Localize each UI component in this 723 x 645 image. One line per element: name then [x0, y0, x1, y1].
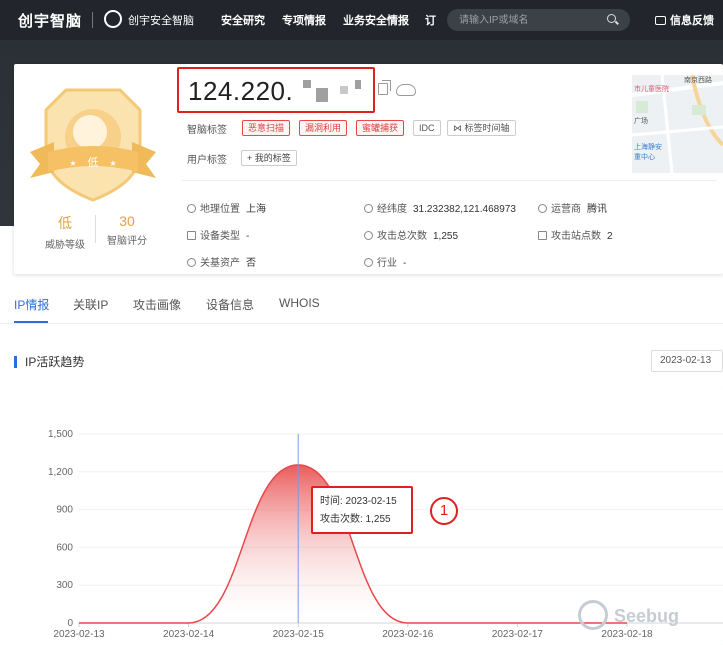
- x-tick-label: 2023-02-18: [601, 629, 653, 640]
- x-tick-label: 2023-02-17: [492, 629, 544, 640]
- x-tick-label: 2023-02-15: [273, 629, 325, 640]
- seebug-logo-icon: [578, 600, 608, 630]
- activity-trend-chart[interactable]: 0 300 600 900 1,200 1,500 2023-02-13 2023-02-1…: [0, 0, 723, 645]
- y-tick-label: 300: [56, 580, 73, 591]
- x-tick-label: 2023-02-14: [163, 629, 215, 640]
- y-tick-label: 900: [56, 505, 73, 516]
- tooltip-time: 时间: 2023-02-15: [320, 496, 397, 507]
- tooltip-count: 攻击次数: 1,255: [320, 514, 391, 525]
- step-marker: 1: [430, 497, 458, 525]
- x-tick-label: 2023-02-13: [53, 629, 105, 640]
- y-tick-label: 1,200: [48, 467, 73, 478]
- watermark: Seebug: [578, 600, 679, 630]
- y-tick-label: 0: [67, 618, 73, 629]
- x-tick-label: 2023-02-16: [382, 629, 434, 640]
- chart-tooltip: 时间: 2023-02-15 攻击次数: 1,255: [311, 486, 413, 534]
- watermark-text: Seebug: [614, 606, 680, 626]
- y-tick-label: 600: [56, 542, 73, 553]
- y-tick-label: 1,500: [48, 429, 73, 440]
